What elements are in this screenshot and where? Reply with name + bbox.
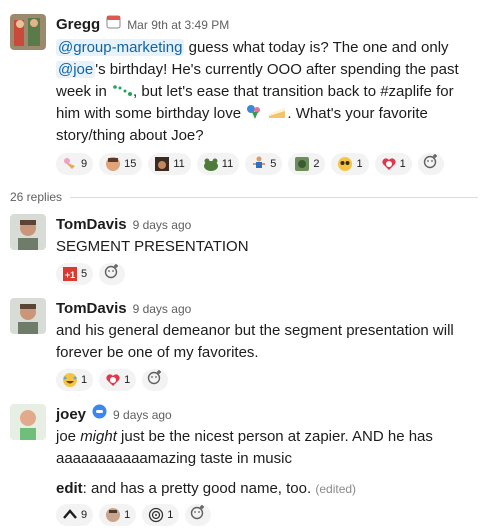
reaction-laughing[interactable]: 1 [56, 369, 94, 391]
edited-label: (edited) [315, 482, 357, 496]
author-name[interactable]: TomDavis [56, 298, 127, 320]
reaction-heart[interactable]: 1 [374, 153, 412, 175]
message-text: @group-marketing guess what today is? Th… [56, 39, 459, 144]
calendar-icon [106, 14, 121, 29]
reactions-row: 9 1 1 [56, 504, 478, 526]
add-emoji-icon [423, 153, 439, 176]
add-reaction-button[interactable] [417, 153, 444, 176]
reaction-chevron[interactable]: 9 [56, 504, 94, 526]
add-reaction-button[interactable] [99, 263, 126, 286]
message-tomdavis-1: TomDavis 9 days ago SEGMENT PRESENTATION… [10, 214, 478, 285]
avatar[interactable] [10, 404, 46, 440]
add-reaction-button[interactable] [142, 369, 169, 392]
avatar[interactable] [10, 214, 46, 250]
cake-icon [267, 104, 287, 120]
timestamp[interactable]: Mar 9th at 3:49 PM [127, 14, 229, 36]
message-text: and his general demeanor but the segment… [56, 322, 454, 361]
chevron-up-icon [62, 507, 78, 523]
mention-group[interactable]: @group-marketing [56, 39, 185, 56]
replies-count: 26 replies [10, 190, 63, 204]
reactions-row: 1 1 [56, 369, 478, 391]
islands-emoji-icon [111, 82, 133, 96]
message-edit-text: edit: and has a pretty good name, too. (… [56, 480, 357, 497]
reactions-row: +1 5 [56, 263, 478, 285]
message-tomdavis-2: TomDavis 9 days ago and his general deme… [10, 298, 478, 394]
plus-one-icon: +1 [62, 266, 78, 282]
heart-face-icon [381, 156, 397, 172]
reactions-row: 9 15 11 11 5 2 1 1 [56, 153, 478, 175]
laughing-icon [62, 372, 78, 388]
spiral-icon [148, 507, 164, 523]
message-text: joe might just be the nicest person at z… [56, 428, 433, 467]
divider-line [70, 196, 478, 198]
avatar[interactable] [10, 298, 46, 334]
message-joey: joey 9 days ago joe might just be the ni… [10, 404, 478, 528]
ice-cream-icon [62, 156, 78, 172]
reaction-frog[interactable]: 11 [196, 153, 240, 175]
dancer-icon [251, 156, 267, 172]
zombie-icon [294, 156, 310, 172]
mention-joe[interactable]: @joe [56, 61, 96, 78]
face-icon [105, 156, 121, 172]
author-name[interactable]: Gregg [56, 14, 100, 36]
reaction-pleading[interactable]: 1 [331, 153, 369, 175]
reaction-person[interactable]: 11 [148, 153, 191, 175]
timestamp[interactable]: 9 days ago [133, 214, 192, 236]
reaction-spiral[interactable]: 1 [142, 504, 180, 526]
person-icon [154, 156, 170, 172]
reaction-dancer[interactable]: 5 [245, 153, 283, 175]
author-name[interactable]: TomDavis [56, 214, 127, 236]
reaction-ice-cream[interactable]: 9 [56, 153, 94, 175]
replies-divider: 26 replies [10, 186, 478, 208]
timestamp[interactable]: 9 days ago [133, 298, 192, 320]
reaction-heart[interactable]: 1 [99, 369, 137, 391]
add-emoji-icon [190, 504, 206, 527]
reaction-face[interactable]: 15 [99, 153, 143, 175]
face-icon [105, 507, 121, 523]
bouquet-icon [245, 104, 263, 120]
verified-icon [92, 404, 107, 419]
pleading-face-icon [337, 156, 353, 172]
add-emoji-icon [104, 263, 120, 286]
message-gregg: Gregg Mar 9th at 3:49 PM @group-marketin… [10, 14, 478, 175]
message-text: SEGMENT PRESENTATION [56, 238, 249, 255]
author-name[interactable]: joey [56, 404, 86, 426]
reaction-zombie[interactable]: 2 [288, 153, 326, 175]
add-reaction-button[interactable] [185, 504, 212, 527]
svg-text:+1: +1 [65, 270, 75, 280]
frog-icon [203, 156, 219, 172]
reaction-face[interactable]: 1 [99, 504, 137, 526]
add-emoji-icon [147, 369, 163, 392]
timestamp[interactable]: 9 days ago [113, 404, 172, 426]
heart-face-icon [105, 372, 121, 388]
reaction-plus-one[interactable]: +1 5 [56, 263, 94, 285]
avatar[interactable] [10, 14, 46, 50]
